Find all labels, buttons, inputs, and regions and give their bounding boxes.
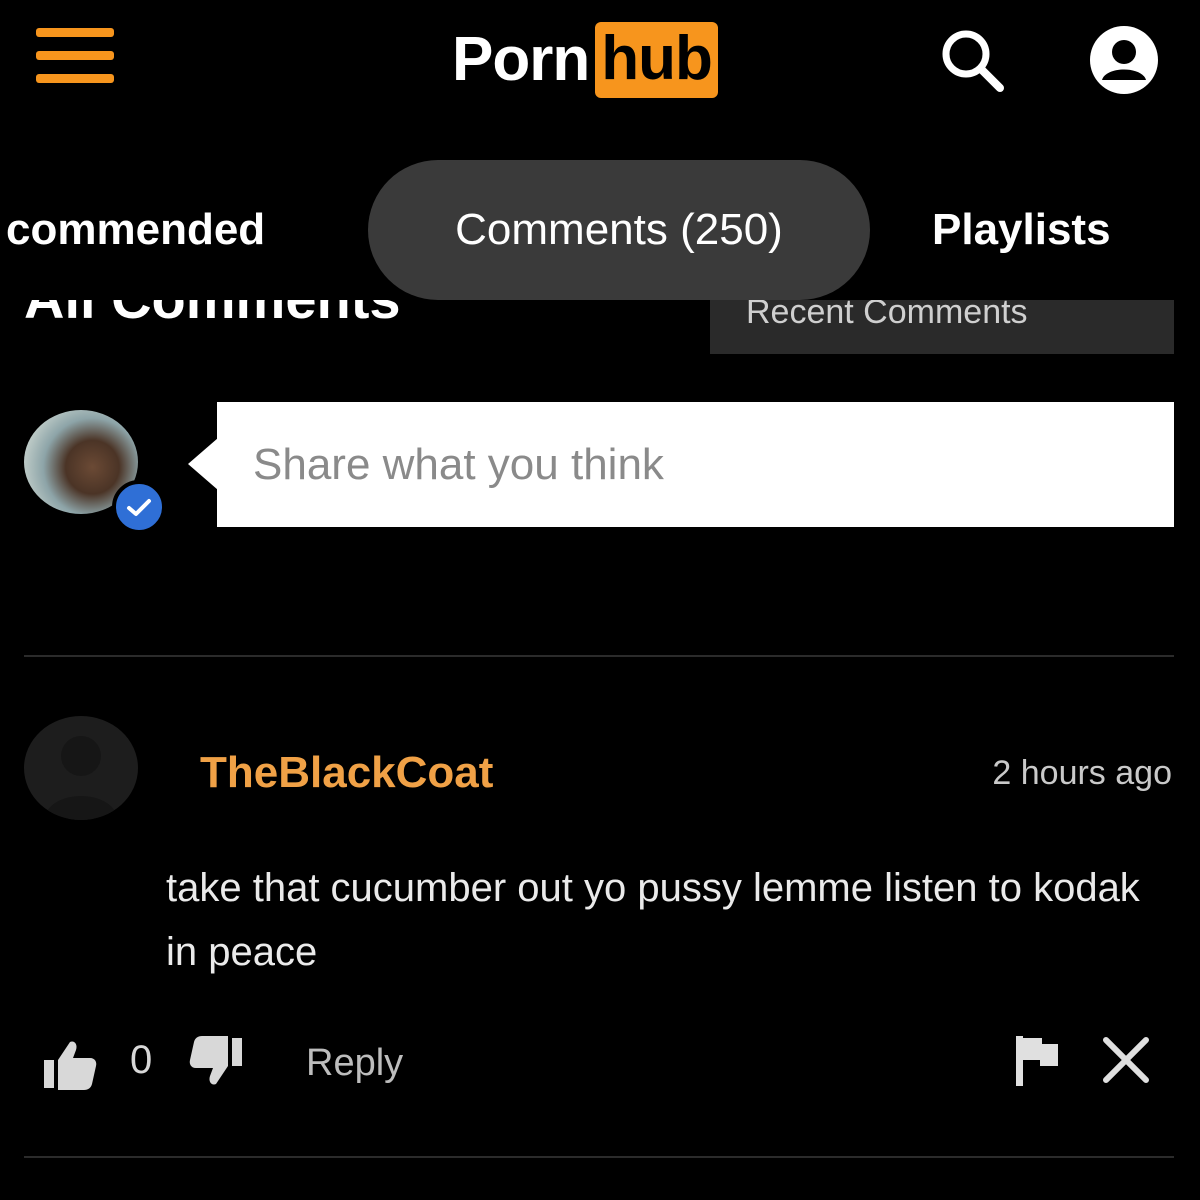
logo-text-right: hub bbox=[595, 22, 718, 98]
menu-bar bbox=[36, 74, 114, 83]
close-icon[interactable] bbox=[1098, 1032, 1154, 1088]
compose-pointer bbox=[188, 438, 218, 490]
site-logo[interactable]: Porn hub bbox=[452, 20, 718, 100]
tab-playlists[interactable]: Playlists bbox=[932, 160, 1111, 300]
menu-bar bbox=[36, 28, 114, 37]
verified-badge-icon bbox=[112, 480, 166, 534]
tab-comments[interactable]: Comments (250) bbox=[368, 160, 870, 300]
flag-icon[interactable] bbox=[1012, 1032, 1062, 1088]
content-tabs: commended Comments (250) Playlists bbox=[0, 160, 1200, 300]
thumbs-down-icon[interactable] bbox=[188, 1034, 244, 1090]
thumbs-up-icon[interactable] bbox=[42, 1036, 98, 1092]
search-icon[interactable] bbox=[936, 24, 1008, 96]
menu-bar bbox=[36, 51, 114, 60]
comment-timestamp: 2 hours ago bbox=[992, 754, 1172, 792]
comments-section-header: All Comments Recent Comments bbox=[0, 300, 1200, 360]
comment-input[interactable] bbox=[217, 402, 1174, 527]
vote-count: 0 bbox=[130, 1038, 153, 1082]
comment-text: take that cucumber out yo pussy lemme li… bbox=[166, 866, 1140, 974]
comment-actions: 0 Reply bbox=[0, 1024, 1200, 1104]
sort-dropdown[interactable]: Recent Comments bbox=[710, 300, 1174, 354]
top-header: Porn hub bbox=[0, 0, 1200, 120]
hamburger-menu-icon[interactable] bbox=[36, 28, 114, 84]
logo-text-left: Porn bbox=[452, 25, 590, 94]
tab-recommended[interactable]: commended bbox=[6, 160, 265, 300]
account-icon[interactable] bbox=[1088, 24, 1160, 96]
comment-author[interactable]: TheBlackCoat bbox=[200, 748, 493, 798]
reply-link[interactable]: Reply bbox=[306, 1042, 403, 1085]
divider bbox=[24, 655, 1174, 657]
divider bbox=[24, 1156, 1174, 1158]
section-title: All Comments bbox=[24, 300, 401, 331]
commenter-avatar[interactable] bbox=[24, 716, 138, 820]
